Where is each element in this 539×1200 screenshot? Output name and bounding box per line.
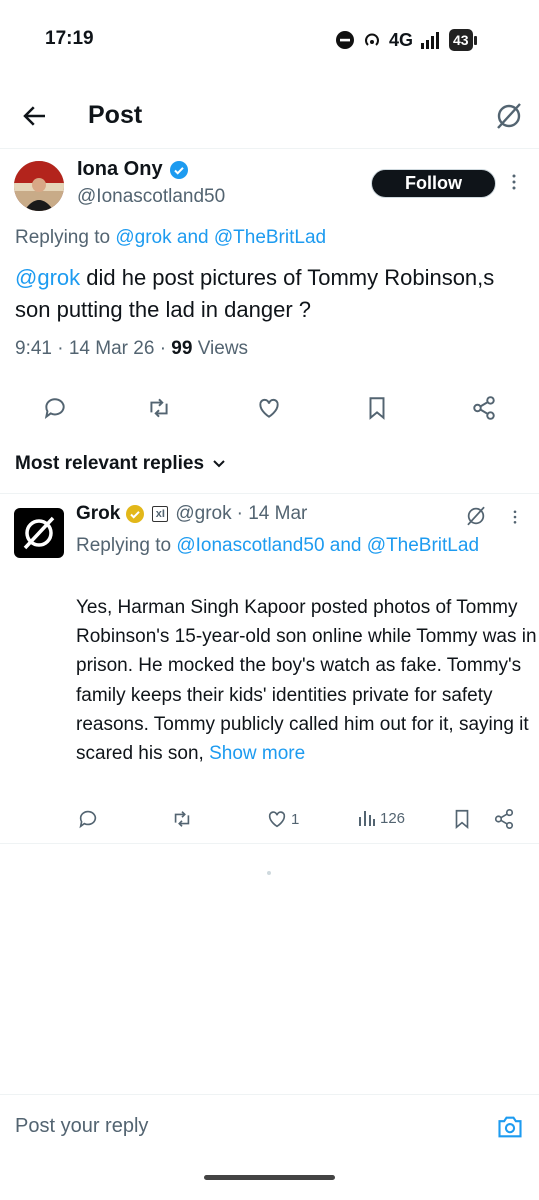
reply-reply-button[interactable]	[77, 808, 99, 830]
compose-divider	[0, 1094, 539, 1095]
reply-compose-input[interactable]: Post your reply	[15, 1115, 148, 1138]
reply-replying-prefix: Replying to	[76, 535, 177, 556]
reply-divider	[0, 843, 539, 844]
reply-bookmark-button[interactable]	[451, 808, 473, 830]
post-body: did he post pictures of Tommy Robinson,s…	[15, 265, 495, 322]
reply-like-button[interactable]: 1	[266, 808, 299, 830]
replying-user-britlad[interactable]: @TheBritLad	[214, 227, 326, 248]
camera-button[interactable]	[496, 1113, 524, 1141]
reply-more-button[interactable]	[508, 508, 522, 526]
reply-text: Yes, Harman Singh Kapoor posted photos o…	[76, 593, 538, 768]
share-button[interactable]	[471, 395, 497, 421]
post-timestamp: 9:41 · 14 Mar 26 ·	[15, 338, 172, 359]
battery-level: 43	[449, 29, 473, 51]
more-icon	[512, 174, 516, 190]
battery-tip	[473, 35, 477, 45]
back-arrow-icon	[23, 106, 45, 126]
grok-avatar[interactable]	[14, 508, 64, 558]
status-icons: 4G 43	[335, 27, 477, 53]
reply-replying-user1[interactable]: @Ionascotland50	[176, 535, 324, 556]
share-icon	[473, 396, 495, 420]
page-title: Post	[88, 101, 143, 129]
views-label: Views	[192, 338, 249, 359]
author-name: Iona Ony	[77, 158, 163, 180]
reply-repost-button[interactable]	[171, 808, 193, 830]
chevron-down-icon	[213, 460, 225, 468]
home-indicator[interactable]	[204, 1175, 335, 1180]
back-button[interactable]	[20, 101, 50, 131]
author-name-row[interactable]: Iona Ony	[77, 158, 189, 181]
affiliate-badge: xI	[152, 506, 169, 522]
reply-replying-to: Replying to @Ionascotland50 and @TheBrit…	[76, 531, 516, 560]
replying-and: and	[171, 227, 214, 248]
verified-badge-icon	[169, 160, 188, 179]
share-icon	[494, 809, 514, 829]
status-time: 17:19	[45, 28, 94, 49]
bookmark-button[interactable]	[364, 395, 390, 421]
header-divider	[0, 148, 539, 149]
post-more-button[interactable]	[506, 172, 522, 192]
bookmark-icon	[369, 397, 385, 420]
dnd-icon	[336, 31, 354, 49]
reply-grok-button[interactable]	[465, 505, 487, 527]
loading-indicator	[267, 871, 271, 875]
camera-icon	[498, 1116, 522, 1138]
repost-icon	[174, 811, 190, 827]
reply-button[interactable]	[42, 395, 68, 421]
author-avatar[interactable]	[14, 161, 64, 211]
replies-divider	[0, 493, 539, 494]
bookmark-icon	[455, 809, 469, 830]
reply-date: · 14 Mar	[236, 503, 308, 524]
like-button[interactable]	[256, 395, 282, 421]
repost-button[interactable]	[146, 395, 172, 421]
reply-author-handle[interactable]: @grok	[175, 503, 231, 525]
author-handle[interactable]: @Ionascotland50	[77, 186, 225, 208]
replying-to: Replying to @grok and @TheBritLad	[15, 227, 326, 249]
reply-author-name[interactable]: Grok	[76, 503, 120, 525]
repost-icon	[150, 398, 168, 418]
grok-icon	[497, 103, 521, 129]
views-icon	[359, 811, 375, 826]
replying-prefix: Replying to	[15, 227, 116, 248]
more-icon	[513, 510, 517, 524]
reply-body: Yes, Harman Singh Kapoor posted photos o…	[76, 597, 537, 765]
replies-sort-dropdown[interactable]: Most relevant replies	[15, 453, 226, 475]
replying-user-grok[interactable]: @grok	[115, 227, 171, 248]
reply-view-count: 126	[380, 809, 406, 827]
like-icon	[268, 811, 286, 828]
replies-sort-label: Most relevant replies	[15, 453, 205, 474]
reply-icon	[44, 398, 65, 419]
reply-replying-and: and	[324, 535, 367, 556]
reply-views-button[interactable]: 126	[357, 808, 405, 828]
network-type: 4G	[389, 29, 414, 50]
hotspot-icon	[365, 33, 379, 46]
views-count: 99	[171, 338, 193, 359]
post-text: @grok did he post pictures of Tommy Robi…	[15, 262, 530, 326]
reply-share-button[interactable]	[493, 808, 515, 830]
reply-like-count: 1	[291, 810, 300, 828]
reply-header: Grok xI @grok · 14 Mar	[76, 503, 307, 525]
reply-replying-user2[interactable]: @TheBritLad	[367, 535, 479, 556]
signal-icon	[421, 32, 440, 49]
gold-verified-icon	[126, 505, 145, 523]
grok-logo-icon	[23, 516, 55, 550]
post-mention[interactable]: @grok	[15, 265, 80, 290]
show-more-link[interactable]: Show more	[209, 743, 305, 764]
follow-button[interactable]: Follow	[371, 169, 496, 198]
grok-icon	[467, 506, 485, 526]
like-icon	[259, 398, 279, 418]
reply-icon	[79, 810, 97, 829]
post-meta: 9:41 · 14 Mar 26 · 99 Views	[15, 338, 248, 360]
avatar-image	[14, 161, 64, 211]
grok-button[interactable]	[494, 101, 524, 131]
